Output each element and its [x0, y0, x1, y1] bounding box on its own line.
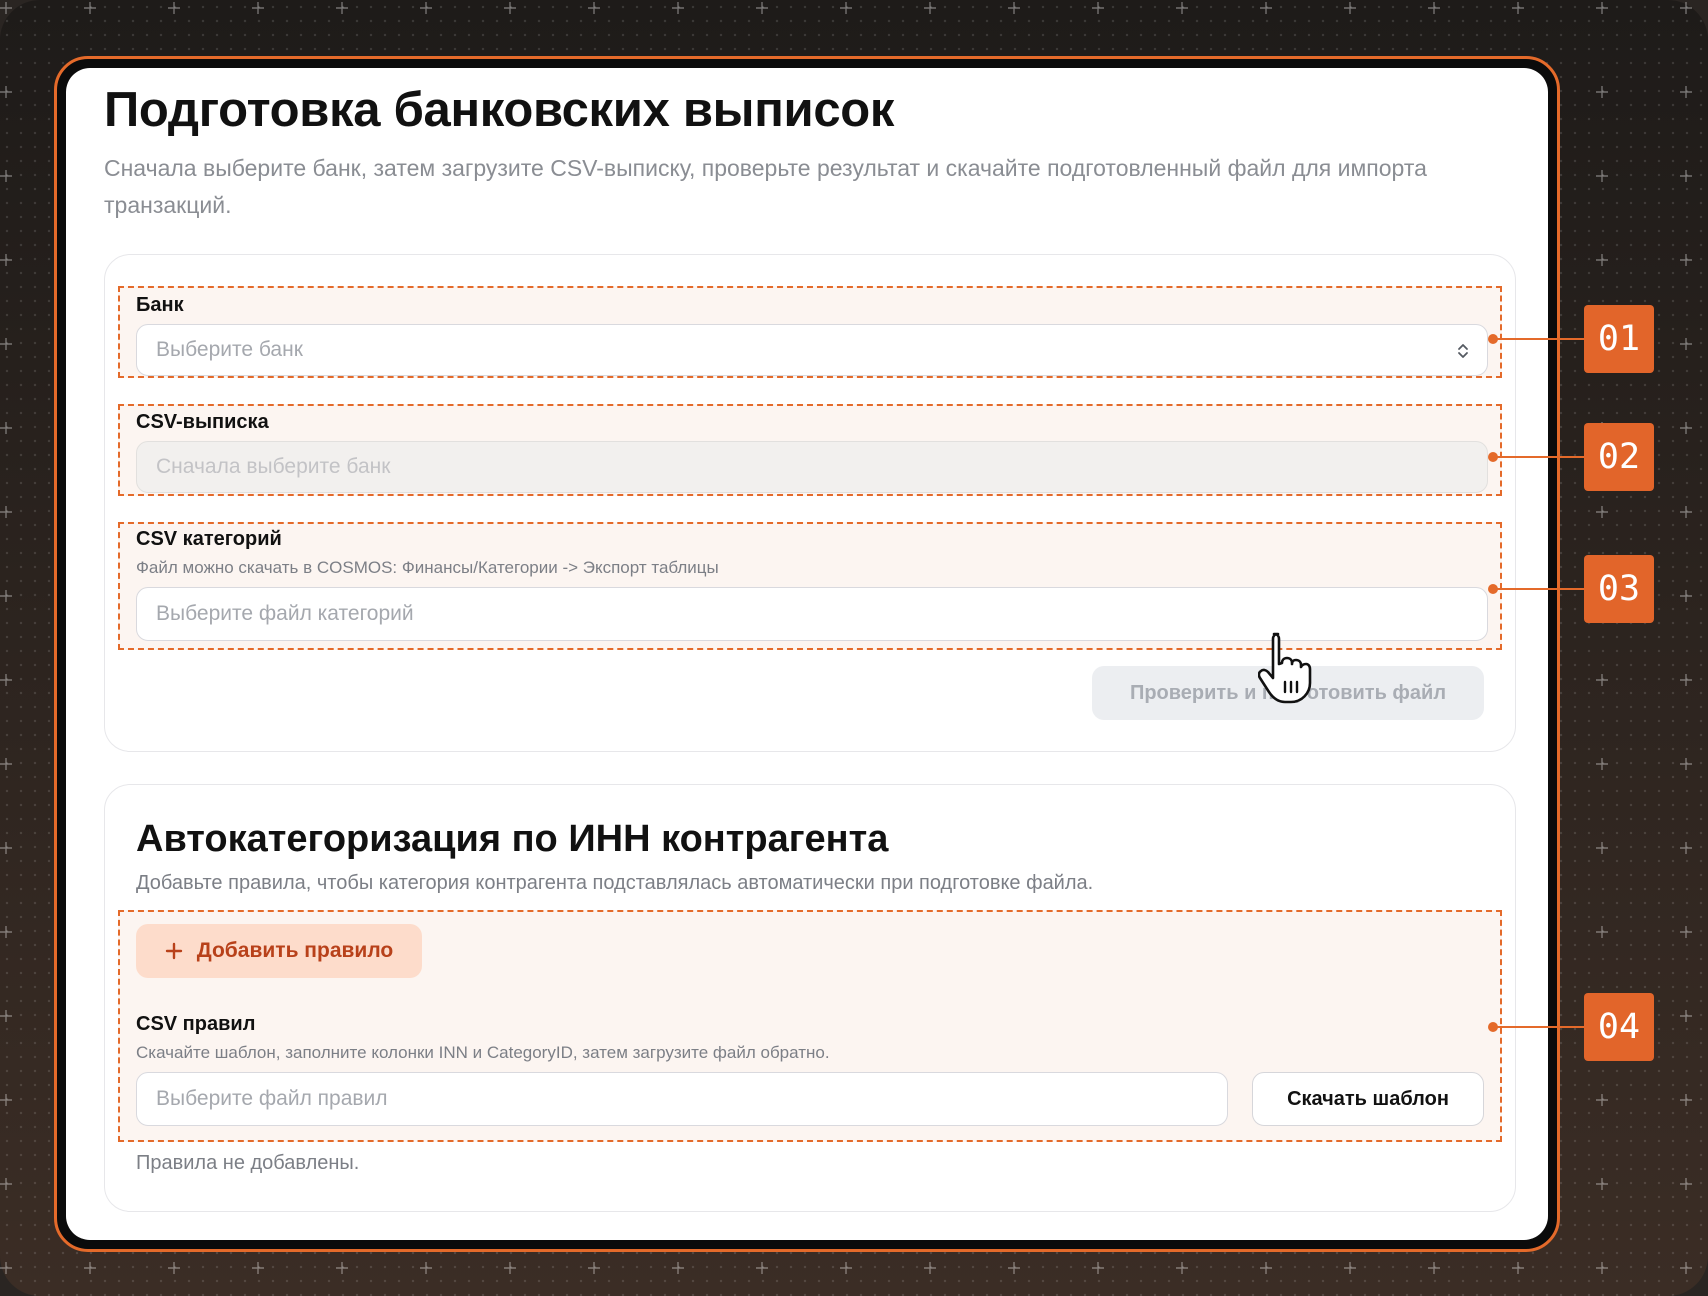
callout-line-03 — [1492, 588, 1586, 590]
statement-file-input[interactable]: Сначала выберите банк — [136, 441, 1488, 493]
step-badge-02: 02 — [1584, 423, 1654, 491]
rules-file-input[interactable]: Выберите файл правил — [136, 1072, 1228, 1126]
callout-line-04 — [1492, 1026, 1586, 1028]
categories-hint: Файл можно скачать в COSMOS: Финансы/Кат… — [136, 558, 719, 577]
autocategorization-subtitle: Добавьте правила, чтобы категория контра… — [136, 872, 1094, 894]
autocategorization-title: Автокатегоризация по ИНН контрагента — [136, 818, 889, 860]
rules-file-placeholder: Выберите файл правил — [156, 1087, 388, 1110]
categories-file-placeholder: Выберите файл категорий — [156, 602, 414, 625]
app-window: Подготовка банковских выписок Сначала вы… — [66, 68, 1548, 1240]
callout-dot-02 — [1488, 452, 1498, 462]
plus-icon — [165, 942, 182, 960]
rules-csv-hint: Скачайте шаблон, заполните колонки INN и… — [136, 1043, 830, 1062]
step-badge-04: 04 — [1584, 993, 1654, 1061]
rules-csv-label: CSV правил — [136, 1013, 256, 1035]
hand-pointer-icon — [1258, 632, 1312, 704]
add-rule-label: Добавить правило — [196, 939, 394, 962]
page-title: Подготовка банковских выписок — [104, 83, 895, 137]
callout-dot-04 — [1488, 1022, 1498, 1032]
callout-line-02 — [1492, 456, 1586, 458]
callout-line-01 — [1492, 338, 1586, 340]
callout-dot-01 — [1488, 334, 1498, 344]
step-badge-01: 01 — [1584, 305, 1654, 373]
page-subtitle: Сначала выберите банк, затем загрузите C… — [104, 155, 1427, 218]
chevron-up-down-icon — [1458, 344, 1468, 358]
bank-select-placeholder: Выберите банк — [156, 338, 303, 361]
statement-label: CSV-выписка — [136, 411, 269, 433]
rules-empty-text: Правила не добавлены. — [136, 1152, 360, 1174]
step-badge-03: 03 — [1584, 555, 1654, 623]
bank-label: Банк — [136, 294, 184, 316]
add-rule-button[interactable]: Добавить правило — [136, 924, 422, 978]
bank-select[interactable]: Выберите банк — [136, 324, 1488, 376]
callout-dot-03 — [1488, 584, 1498, 594]
download-template-button[interactable]: Скачать шаблон — [1252, 1072, 1484, 1126]
statement-file-placeholder: Сначала выберите банк — [156, 455, 391, 478]
categories-label: CSV категорий — [136, 528, 282, 550]
